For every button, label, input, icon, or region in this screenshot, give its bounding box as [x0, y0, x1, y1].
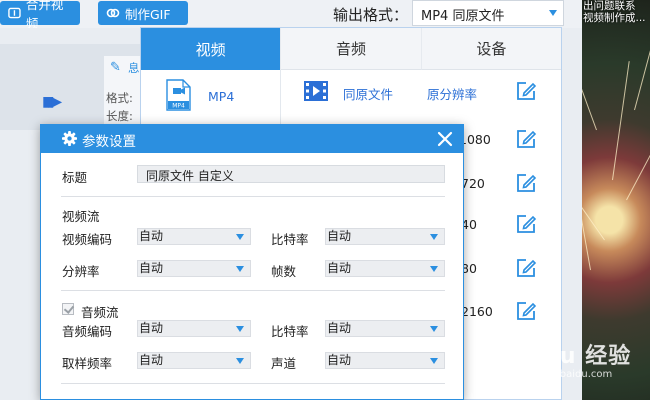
resolution-select[interactable]: 自动 — [137, 260, 251, 277]
channel-select[interactable]: 自动 — [325, 352, 445, 369]
make-gif-button[interactable]: 制作GIF — [98, 1, 188, 25]
audio-bitrate-select[interactable]: 自动 — [325, 320, 445, 337]
channel-value: 自动 — [327, 353, 352, 367]
samplerate-label: 取样频率 — [62, 356, 113, 371]
convert-arrow-icon: ▮▮▶ — [42, 94, 62, 110]
audio-codec-label: 音频编码 — [62, 324, 113, 339]
chevron-down-icon — [430, 358, 438, 364]
chevron-down-icon — [430, 234, 438, 240]
format-mp4[interactable]: MP4 — [208, 89, 234, 104]
edit-icon[interactable]: ✎ — [110, 60, 121, 75]
audio-stream-heading: 音频流 — [81, 305, 119, 320]
audio-stream-checkbox[interactable] — [62, 303, 74, 315]
tab-device[interactable]: 设备 — [421, 28, 561, 70]
preset-resolution: 720 — [461, 176, 485, 191]
chevron-down-icon — [549, 10, 557, 16]
format-tabs: 视频 音频 设备 — [141, 28, 561, 70]
audio-bitrate-value: 自动 — [327, 321, 352, 335]
preset-name: 同原文件 — [343, 87, 394, 102]
settings-dialog: 参数设置 标题 同原文件 自定义 视频流 视频编码 自动 比特率 自动 分辨率 … — [40, 124, 464, 400]
length-label: 长度: — [106, 109, 133, 123]
preset-resolution: 2160 — [461, 304, 493, 319]
image-caption-line-1: 出问题联系 — [583, 0, 636, 12]
format-label: 格式: — [106, 91, 133, 105]
gear-icon — [62, 131, 77, 146]
channel-label: 声道 — [271, 356, 297, 371]
divider — [61, 383, 445, 384]
merge-video-button[interactable]: 合并视频 — [0, 0, 80, 31]
video-codec-value: 自动 — [139, 229, 164, 243]
chevron-down-icon — [236, 266, 244, 272]
video-codec-label: 视频编码 — [62, 232, 113, 247]
edit-icon[interactable] — [515, 80, 537, 102]
output-format-value: MP4 同原文件 — [421, 9, 505, 24]
resolution-value: 自动 — [139, 261, 164, 275]
audio-codec-value: 自动 — [139, 321, 164, 335]
output-format-label: 输出格式： — [333, 6, 409, 24]
title-input[interactable]: 同原文件 自定义 — [137, 165, 445, 183]
edit-icon[interactable] — [515, 213, 537, 235]
mp4-file-icon[interactable]: MP4 — [165, 79, 191, 111]
dialog-title: 参数设置 — [82, 134, 136, 150]
framerate-label: 帧数 — [271, 264, 297, 279]
resolution-label: 分辨率 — [62, 264, 100, 279]
edit-icon[interactable] — [515, 172, 537, 194]
make-gif-label: 制作GIF — [125, 6, 171, 22]
link-icon — [106, 8, 120, 18]
preset-resolution: 原分辨率 — [427, 87, 478, 102]
chevron-down-icon — [430, 326, 438, 332]
samplerate-select[interactable]: 自动 — [137, 352, 251, 369]
samplerate-value: 自动 — [139, 353, 164, 367]
tab-audio[interactable]: 音频 — [281, 28, 422, 70]
audio-codec-select[interactable]: 自动 — [137, 320, 251, 337]
output-format-select[interactable]: MP4 同原文件 — [412, 0, 564, 26]
divider — [61, 196, 445, 197]
merge-icon — [8, 7, 21, 19]
file-info-edit-text: 息 — [128, 61, 140, 75]
file-info: ✎ 息 格式: 长度: — [104, 56, 144, 126]
watermark-url: jingyan.baidu.com — [520, 369, 613, 380]
mp4-icon-text: MP4 — [172, 103, 185, 110]
film-icon — [304, 81, 328, 101]
title-label: 标题 — [62, 170, 88, 185]
chevron-down-icon — [236, 326, 244, 332]
image-caption-line-2: 视频制作成... — [583, 12, 646, 24]
video-bitrate-value: 自动 — [327, 229, 352, 243]
edit-icon[interactable] — [515, 300, 537, 322]
framerate-select[interactable]: 自动 — [325, 260, 445, 277]
close-icon[interactable] — [436, 130, 454, 148]
chevron-down-icon — [236, 358, 244, 364]
chevron-down-icon — [430, 266, 438, 272]
video-stream-heading: 视频流 — [62, 209, 100, 224]
watermark-logo: Baidu 经验 — [501, 344, 632, 369]
chevron-down-icon — [236, 234, 244, 240]
framerate-value: 自动 — [327, 261, 352, 275]
dialog-header: 参数设置 — [41, 125, 463, 153]
edit-icon[interactable] — [515, 257, 537, 279]
audio-bitrate-label: 比特率 — [271, 324, 309, 339]
edit-icon[interactable] — [515, 128, 537, 150]
video-bitrate-select[interactable]: 自动 — [325, 228, 445, 245]
preset-row[interactable]: 同原文件 原分辨率 — [289, 70, 559, 114]
divider — [61, 290, 445, 291]
video-bitrate-label: 比特率 — [271, 232, 309, 247]
video-codec-select[interactable]: 自动 — [137, 228, 251, 245]
tab-video[interactable]: 视频 — [141, 28, 282, 70]
